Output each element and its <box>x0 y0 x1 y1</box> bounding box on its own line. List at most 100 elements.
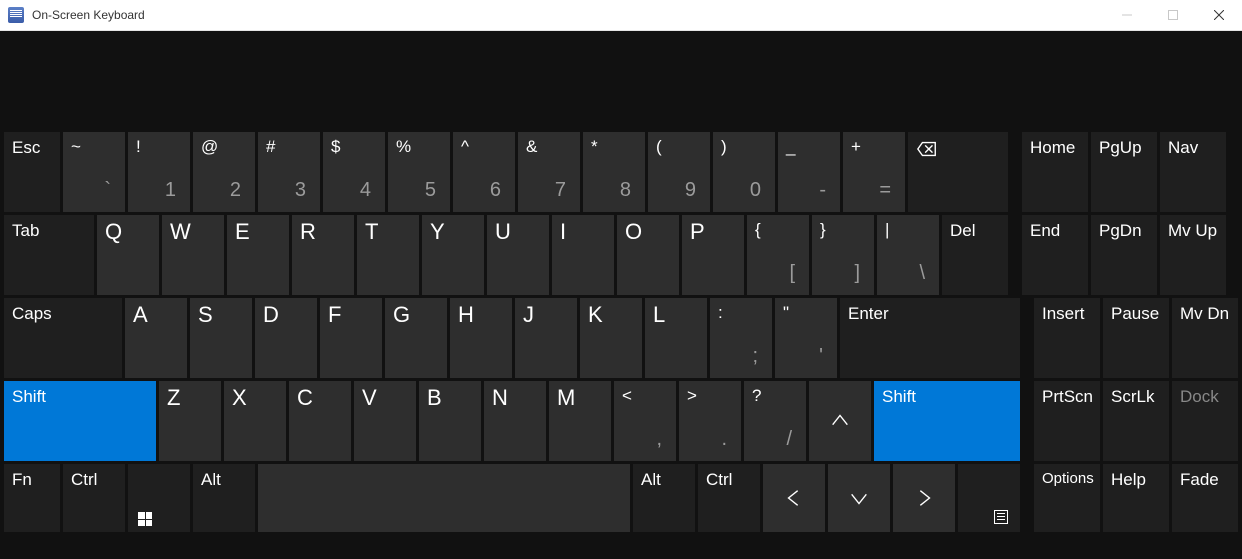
key-j[interactable]: J <box>515 298 577 378</box>
key-shift-right[interactable]: Shift <box>874 381 1020 461</box>
key-bracket-0[interactable]: {[ <box>747 215 809 295</box>
key-arrow-down[interactable] <box>828 464 890 532</box>
key-u[interactable]: U <box>487 215 549 295</box>
key-esc[interactable]: Esc <box>4 132 60 212</box>
key-del[interactable]: Del <box>942 215 1008 295</box>
key-mvdn[interactable]: Mv Dn <box>1172 298 1238 378</box>
key-arrow-up[interactable] <box>809 381 871 461</box>
key-b[interactable]: B <box>419 381 481 461</box>
key-backspace[interactable] <box>908 132 1008 212</box>
key-help[interactable]: Help <box>1103 464 1169 532</box>
titlebar: On-Screen Keyboard <box>0 0 1242 31</box>
key-o[interactable]: O <box>617 215 679 295</box>
key-fn[interactable]: Fn <box>4 464 60 532</box>
key-bracket-2[interactable]: |\ <box>877 215 939 295</box>
key-mvup[interactable]: Mv Up <box>1160 215 1226 295</box>
key-h[interactable]: H <box>450 298 512 378</box>
row-2: Tab QWERTYUIOP {[}]|\ Del End PgDn Mv Up <box>4 215 1238 295</box>
key-punct4-2[interactable]: ?/ <box>744 381 806 461</box>
key-g[interactable]: G <box>385 298 447 378</box>
key-s[interactable]: S <box>190 298 252 378</box>
key-e[interactable]: E <box>227 215 289 295</box>
key--[interactable]: _- <box>778 132 840 212</box>
key-ctrl-left[interactable]: Ctrl <box>63 464 125 532</box>
key-insert[interactable]: Insert <box>1034 298 1100 378</box>
key-arrow-right[interactable] <box>893 464 955 532</box>
key-punct3-0[interactable]: :; <box>710 298 772 378</box>
key-bracket-1[interactable]: }] <box>812 215 874 295</box>
key-ctrl-right[interactable]: Ctrl <box>698 464 760 532</box>
backspace-icon <box>916 138 938 160</box>
key-q[interactable]: Q <box>97 215 159 295</box>
key-=[interactable]: += <box>843 132 905 212</box>
key-8[interactable]: *8 <box>583 132 645 212</box>
row-3: Caps ASDFGHJKL :;"' Enter Insert Pause M… <box>4 298 1238 378</box>
key-1[interactable]: !1 <box>128 132 190 212</box>
key-5[interactable]: %5 <box>388 132 450 212</box>
key-n[interactable]: N <box>484 381 546 461</box>
key-i[interactable]: I <box>552 215 614 295</box>
key-alt-left[interactable]: Alt <box>193 464 255 532</box>
key-k[interactable]: K <box>580 298 642 378</box>
key-space[interactable] <box>258 464 630 532</box>
key-f[interactable]: F <box>320 298 382 378</box>
arrow-right-icon <box>913 487 935 509</box>
key-l[interactable]: L <box>645 298 707 378</box>
key-t[interactable]: T <box>357 215 419 295</box>
minimize-button[interactable] <box>1104 0 1150 31</box>
maximize-button[interactable] <box>1150 0 1196 31</box>
key-punct3-1[interactable]: "' <box>775 298 837 378</box>
key-v[interactable]: V <box>354 381 416 461</box>
key-enter[interactable]: Enter <box>840 298 1020 378</box>
window-title: On-Screen Keyboard <box>32 8 145 22</box>
row-5: Fn Ctrl Alt Alt Ctrl Options Help Fade <box>4 464 1238 532</box>
arrow-down-icon <box>848 487 870 509</box>
key-c[interactable]: C <box>289 381 351 461</box>
row-4: Shift ZXCVBNM <,>.?/ Shift PrtScn ScrLk … <box>4 381 1238 461</box>
key-scrlk[interactable]: ScrLk <box>1103 381 1169 461</box>
key-options[interactable]: Options <box>1034 464 1100 532</box>
key-a[interactable]: A <box>125 298 187 378</box>
key-punct4-0[interactable]: <, <box>614 381 676 461</box>
key-4[interactable]: $4 <box>323 132 385 212</box>
key-win[interactable] <box>128 464 190 532</box>
key-w[interactable]: W <box>162 215 224 295</box>
key-pause[interactable]: Pause <box>1103 298 1169 378</box>
key-y[interactable]: Y <box>422 215 484 295</box>
key-0[interactable]: )0 <box>713 132 775 212</box>
arrow-up-icon <box>829 410 851 432</box>
key-pgup[interactable]: PgUp <box>1091 132 1157 212</box>
windows-icon <box>138 512 152 526</box>
key-home[interactable]: Home <box>1022 132 1088 212</box>
key-7[interactable]: &7 <box>518 132 580 212</box>
menu-icon <box>994 510 1008 524</box>
key-6[interactable]: ^6 <box>453 132 515 212</box>
key-nav[interactable]: Nav <box>1160 132 1226 212</box>
key-9[interactable]: (9 <box>648 132 710 212</box>
key-2[interactable]: @2 <box>193 132 255 212</box>
arrow-left-icon <box>783 487 805 509</box>
key-tab[interactable]: Tab <box>4 215 94 295</box>
key-end[interactable]: End <box>1022 215 1088 295</box>
key-3[interactable]: #3 <box>258 132 320 212</box>
top-spacer <box>0 31 1242 132</box>
key-punct4-1[interactable]: >. <box>679 381 741 461</box>
key-prtscn[interactable]: PrtScn <box>1034 381 1100 461</box>
key-arrow-left[interactable] <box>763 464 825 532</box>
key-m[interactable]: M <box>549 381 611 461</box>
key-alt-right[interactable]: Alt <box>633 464 695 532</box>
close-button[interactable] <box>1196 0 1242 31</box>
key-x[interactable]: X <box>224 381 286 461</box>
key-d[interactable]: D <box>255 298 317 378</box>
key-`[interactable]: ~` <box>63 132 125 212</box>
key-caps[interactable]: Caps <box>4 298 122 378</box>
key-context-menu[interactable] <box>958 464 1020 532</box>
key-r[interactable]: R <box>292 215 354 295</box>
key-p[interactable]: P <box>682 215 744 295</box>
key-fade[interactable]: Fade <box>1172 464 1238 532</box>
key-z[interactable]: Z <box>159 381 221 461</box>
key-dock[interactable]: Dock <box>1172 381 1238 461</box>
keyboard-area: Esc ~`!1@2#3$4%5^6&7*8(9)0_-+= Home PgUp… <box>0 31 1242 559</box>
key-pgdn[interactable]: PgDn <box>1091 215 1157 295</box>
key-shift-left[interactable]: Shift <box>4 381 156 461</box>
